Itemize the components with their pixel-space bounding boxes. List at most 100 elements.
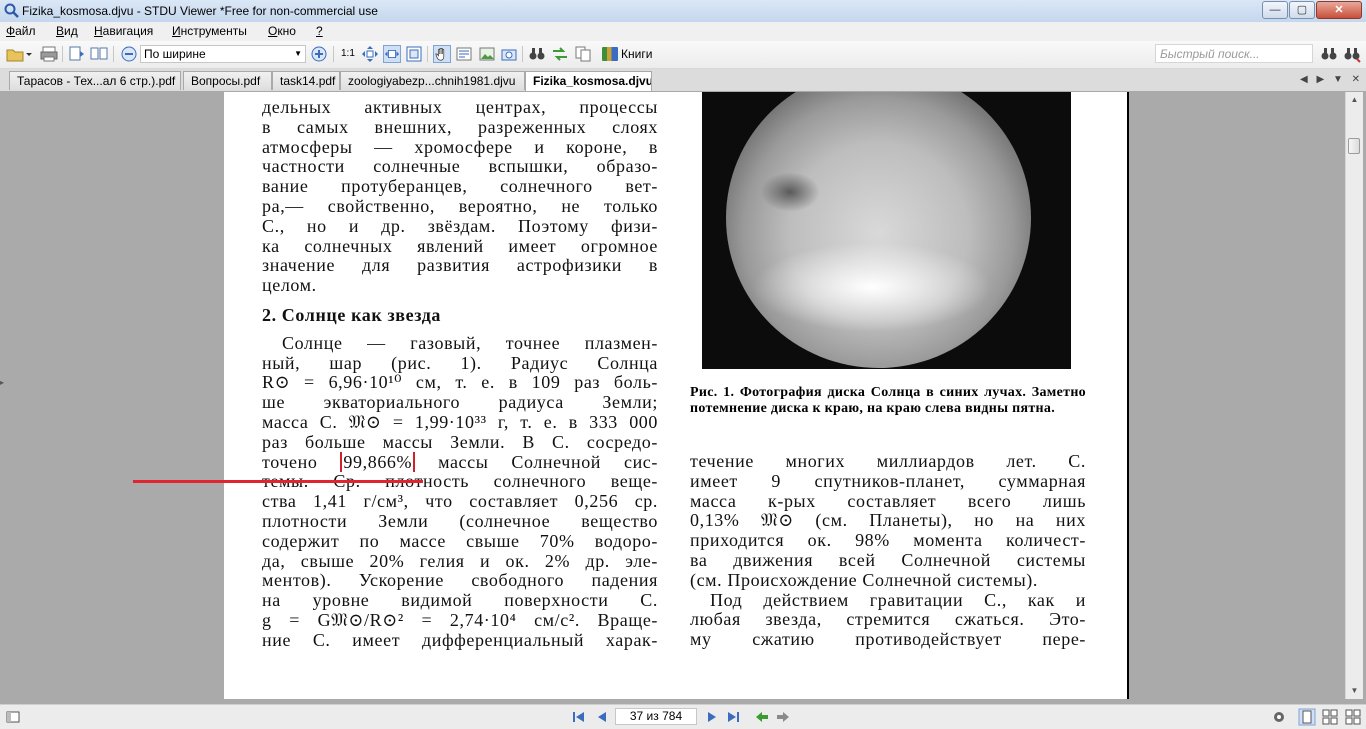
text-line: Солнце — газовый, точнее плазмен- <box>282 332 658 353</box>
tab-menu-chevron-icon[interactable]: ▼ <box>1333 74 1343 85</box>
vertical-scrollbar[interactable]: ▲ ▼ <box>1345 92 1363 699</box>
tab-scroll-right-icon[interactable]: ▶ <box>1316 74 1324 85</box>
menu-navigation[interactable]: Навигация <box>94 24 153 38</box>
zoom-out-icon[interactable] <box>120 45 138 63</box>
toolbar-separator <box>62 46 63 62</box>
last-page-icon[interactable] <box>726 710 740 724</box>
scroll-down-icon[interactable]: ▼ <box>1346 683 1363 699</box>
tab-scroll-left-icon[interactable]: ◀ <box>1300 74 1308 85</box>
open-folder-icon[interactable] <box>6 45 24 63</box>
text-line: 0,13% 𝔐⊙ (см. Планеты), но на них <box>690 510 1086 531</box>
page-number-input[interactable]: 37 из 784 <box>615 708 697 725</box>
first-page-icon[interactable] <box>572 710 586 724</box>
find-icon[interactable] <box>528 45 546 63</box>
app-icon <box>4 3 19 18</box>
text-line: да, свыше 20% гелия и ок. 2% др. эле- <box>262 550 658 571</box>
text-line: вание протуберанцев, солнечного вет- <box>262 176 658 197</box>
select-text-icon[interactable] <box>455 45 473 63</box>
text-column-left: дельных активных центрах, процессы в сам… <box>262 97 658 651</box>
books-icon <box>602 47 618 61</box>
actual-size-button[interactable]: 1:1 <box>341 48 355 59</box>
search-options-icon[interactable] <box>1343 45 1361 63</box>
facing-pages-view-icon[interactable] <box>1321 708 1339 726</box>
document-page: Рис. 1. Фотография диска Солнца в синих … <box>224 92 1129 699</box>
red-annotation-line <box>133 480 423 483</box>
hand-tool-icon[interactable] <box>433 45 451 63</box>
settings-gear-icon[interactable] <box>1272 710 1286 724</box>
scroll-up-icon[interactable]: ▲ <box>1346 92 1363 108</box>
close-button[interactable]: ✕ <box>1316 1 1362 19</box>
menu-help[interactable]: ? <box>316 24 323 38</box>
text-line: дельных активных центрах, процессы <box>262 97 658 117</box>
text-line: ства 1,41 г/см³, что составляет 0,256 ср… <box>262 491 658 512</box>
open-dropdown-icon[interactable] <box>24 45 34 63</box>
copy-icon[interactable] <box>574 45 592 63</box>
menu-tools[interactable]: Инструменты <box>172 24 247 38</box>
text-line: ный, шар (рис. 1). Радиус Солнца <box>262 352 658 373</box>
side-panel-toggle-icon[interactable]: ▸ <box>0 378 4 392</box>
document-tabs: Тарасов - Тех...ал 6 стр.).pdf Вопросы.p… <box>0 69 1366 92</box>
toolbar-separator <box>522 46 523 62</box>
tab-voprosy[interactable]: Вопросы.pdf <box>183 71 272 90</box>
text-line: атмосферы — хромосфере и короне, в <box>262 136 658 157</box>
maximize-button[interactable]: ▢ <box>1289 1 1315 19</box>
figure-caption: Рис. 1. Фотография диска Солнца в синих … <box>690 385 1086 416</box>
print-icon[interactable] <box>40 45 58 63</box>
zoom-mode-select[interactable]: По ширине ▼ <box>140 45 306 63</box>
scroll-thumb[interactable] <box>1348 138 1360 154</box>
two-pages-icon[interactable] <box>90 45 108 63</box>
text-line: раз больше массы Земли. В С. сосредо- <box>262 431 658 452</box>
back-arrow-icon[interactable] <box>755 710 769 724</box>
replace-arrows-icon[interactable] <box>551 45 569 63</box>
text-line: значение для развития астрофизики в <box>262 255 658 276</box>
tab-task14[interactable]: task14.pdf <box>272 71 340 90</box>
zoom-in-icon[interactable] <box>310 45 328 63</box>
highlighted-value: 99,866% <box>340 451 416 472</box>
continuous-view-icon[interactable] <box>1344 708 1362 726</box>
forward-arrow-icon[interactable] <box>776 710 790 724</box>
previous-page-icon[interactable] <box>595 710 609 724</box>
text-line: любая звезда, стремится сжаться. Это- <box>690 609 1086 630</box>
text-column-right: течение многих миллиардов лет. С. имеет … <box>690 451 1086 650</box>
fit-width-icon[interactable] <box>383 45 401 63</box>
quick-search-input[interactable] <box>1155 44 1313 63</box>
menu-bar: Файл Вид Навигация Инструменты Окно ? <box>0 22 1366 41</box>
text-line: имеет 9 спутников-планет, суммарная <box>690 470 1086 491</box>
tab-fizika-kosmosa[interactable]: Fizika_kosmosa.djvu <box>525 71 652 91</box>
title-bar: Fizika_kosmosa.djvu - STDU Viewer *Free … <box>0 0 1366 23</box>
menu-window[interactable]: Окно <box>268 24 296 38</box>
sidebar-toggle-icon[interactable] <box>6 710 20 724</box>
text-line: ка солнечных явлений имеет огромное <box>262 235 658 256</box>
page-layout-icon[interactable] <box>68 45 86 63</box>
toolbar-separator <box>113 46 114 62</box>
text-line: приходится ок. 98% момента количест- <box>690 530 1086 551</box>
next-page-icon[interactable] <box>705 710 719 724</box>
text-line: в самых внешних, разреженных слоях <box>262 116 658 137</box>
snapshot-icon[interactable] <box>500 45 518 63</box>
text-line: частности солнечные вспышки, образо- <box>262 156 658 177</box>
single-page-view-icon[interactable] <box>1298 708 1316 726</box>
marked-text-line: точено 99,866% массы Солнечной сис- <box>262 451 658 472</box>
search-binoculars-icon[interactable] <box>1320 45 1338 63</box>
text-line: (см. Происхождение Солнечной системы). <box>690 569 1038 590</box>
fit-page-icon[interactable] <box>361 45 379 63</box>
tab-close-icon[interactable]: ✕ <box>1352 74 1360 85</box>
fit-visible-icon[interactable] <box>405 45 423 63</box>
toolbar-separator <box>427 46 428 62</box>
tab-scroll-controls: ◀ ▶ ▼ ✕ <box>1300 74 1360 85</box>
menu-view[interactable]: Вид <box>56 24 78 38</box>
window-title: Fizika_kosmosa.djvu - STDU Viewer *Free … <box>22 4 378 18</box>
tab-tarasov[interactable]: Тарасов - Тех...ал 6 стр.).pdf <box>9 71 181 90</box>
text-line: целом. <box>262 275 317 296</box>
select-image-icon[interactable] <box>478 45 496 63</box>
books-button[interactable]: Книги <box>602 45 652 63</box>
section-heading: 2. Солнце как звезда <box>262 304 442 325</box>
text-line: течение многих миллиардов лет. С. <box>690 451 1086 471</box>
status-bar: 37 из 784 <box>0 704 1366 729</box>
tab-zoologiya[interactable]: zoologiyabezp...chnih1981.djvu <box>340 71 525 90</box>
text-line: содержит по массе свыше 70% водоро- <box>262 530 658 551</box>
menu-file[interactable]: Файл <box>6 24 36 38</box>
text-line: Под действием гравитации С., как и <box>710 589 1086 610</box>
chevron-down-icon: ▼ <box>294 49 302 58</box>
minimize-button[interactable]: — <box>1262 1 1288 19</box>
